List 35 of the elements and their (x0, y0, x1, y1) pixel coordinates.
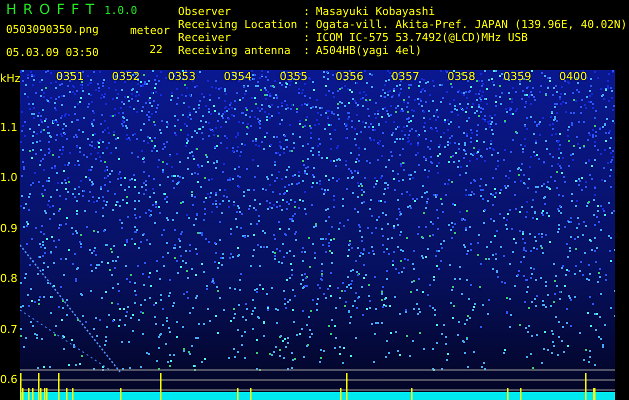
axis-unit: kHz (0, 72, 20, 85)
time-label: 0352 (112, 71, 141, 83)
time-label: 0355 (280, 71, 309, 83)
time-label: 0359 (503, 71, 532, 83)
time-label: 0358 (447, 71, 476, 83)
meteor-label: meteor (130, 24, 170, 37)
axis-label: 0.7 (0, 324, 18, 336)
info-separator: : (303, 5, 310, 18)
info-separator: : (303, 31, 310, 44)
time-label: 0354 (224, 71, 253, 83)
time-label: 0353 (168, 71, 197, 83)
info-label: Receiving Location (178, 18, 298, 31)
time-label: 0351 (56, 71, 85, 83)
app-name: H R O F F T (6, 2, 94, 18)
file-name: 0503090350.png (6, 23, 100, 36)
info-separator: : (303, 44, 310, 57)
info-value: A504HB(yagi 4el) (316, 44, 423, 57)
time-label: 0357 (391, 71, 420, 83)
axis-label: 0.8 (0, 273, 18, 286)
axis-label: 1.0 (0, 172, 18, 184)
axis-label: 0.9 (0, 222, 18, 235)
info-label: Receiving antenna (178, 44, 292, 57)
axis-label: 0.6 (0, 374, 18, 386)
info-value: ICOM IC-575 53.7492(@LCD)MHz USB (316, 31, 529, 44)
info-value: Ogata-vill. Akita-Pref. JAPAN (139.96E, 40.02N) (316, 18, 628, 31)
info-value: Masayuki Kobayashi (316, 5, 436, 18)
time-label: 0356 (336, 71, 365, 83)
timestamp: 05.03.09 03:50 (6, 46, 100, 59)
meteor-count: 22 (148, 43, 163, 56)
info-label: Receiver (178, 31, 232, 44)
axis-label: 1.1 (0, 122, 18, 134)
info-label: Observer (178, 5, 232, 18)
time-label: 0400 (559, 71, 588, 83)
app-version: 1.0.0 (104, 4, 138, 17)
info-separator: : (303, 18, 310, 31)
